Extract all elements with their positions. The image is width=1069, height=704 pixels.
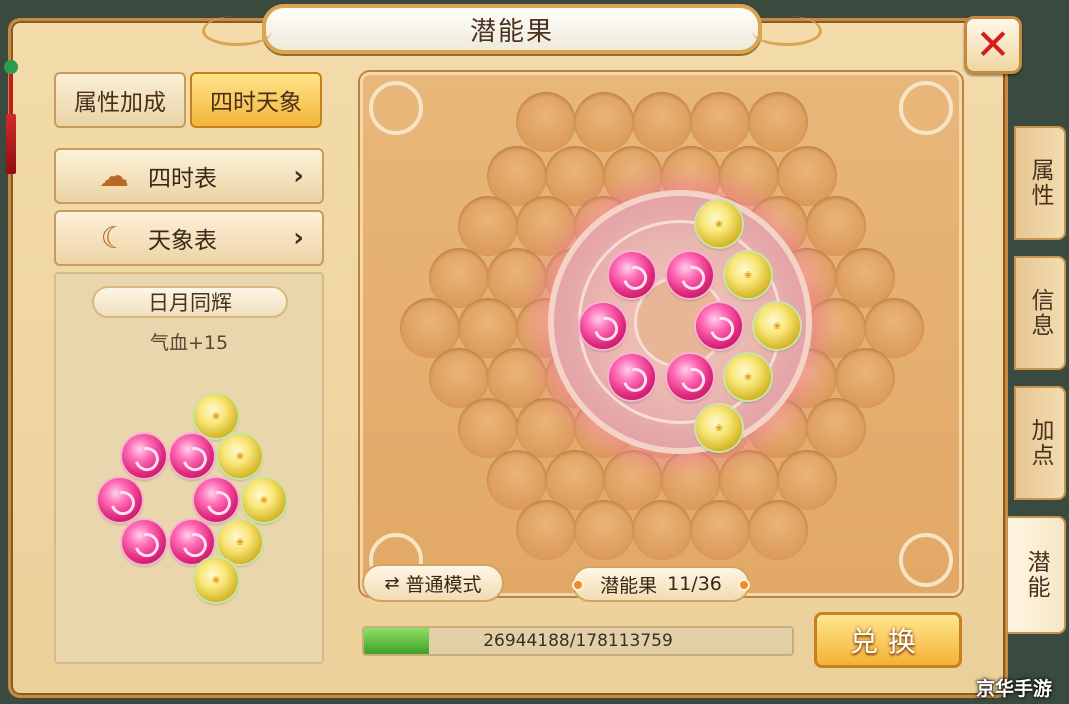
side-tab-add-points[interactable]: 加点 (1014, 386, 1066, 500)
tassel-decoration (0, 60, 22, 210)
empty-slot (516, 398, 576, 458)
empty-slot (516, 500, 576, 560)
combo-effect: 气血+15 (149, 332, 229, 354)
normal-mode-button[interactable]: ⇄ 普通模式 (362, 564, 504, 602)
season-table-button[interactable]: ☁ 四时表 › (54, 148, 324, 204)
side-tab-label: 潜能 (1023, 550, 1049, 600)
title-plate: 潜能果 (202, 4, 822, 54)
pink-orb[interactable] (667, 354, 713, 400)
mode-label: 普通模式 (405, 573, 482, 596)
gem-icon (738, 579, 750, 591)
gold-orb[interactable] (754, 303, 800, 349)
pink-orb (98, 478, 142, 522)
pink-orb (122, 434, 166, 478)
empty-slot (516, 196, 576, 256)
exchange-label: 兑换 (849, 625, 926, 658)
gold-orb (242, 478, 286, 522)
side-tab-attributes[interactable]: 属性 (1014, 126, 1066, 240)
side-tab-potential[interactable]: 潜能 (1006, 516, 1066, 634)
empty-slot (574, 92, 634, 152)
empty-slot (516, 92, 576, 152)
side-tab-info[interactable]: 信息 (1014, 256, 1066, 370)
gold-orb[interactable] (696, 405, 742, 451)
empty-slot (806, 196, 866, 256)
window-title: 潜能果 (469, 16, 554, 47)
watermark: 京华手游 (976, 678, 1053, 700)
count-label: 潜能果 (600, 574, 658, 597)
empty-slot (748, 92, 808, 152)
pink-orb (194, 478, 238, 522)
side-tab-label: 属性 (1027, 158, 1053, 208)
count-value: 11/36 (667, 573, 722, 595)
exchange-button[interactable]: 兑换 (814, 612, 962, 668)
fruit-count-pill: 潜能果 11/36 (572, 566, 750, 602)
empty-slot (690, 500, 750, 560)
empty-slot (458, 398, 518, 458)
experience-progress-bar: 26944188/178113759 (362, 626, 794, 656)
empty-slot (748, 500, 808, 560)
pink-orb (170, 434, 214, 478)
gold-orb (194, 558, 238, 602)
tab-attribute-bonus[interactable]: 属性加成 (54, 72, 186, 128)
menu-label: 天象表 (148, 228, 217, 254)
empty-slot (806, 398, 866, 458)
gold-orb[interactable] (725, 252, 771, 298)
gold-orb (194, 394, 238, 438)
menu-label: 四时表 (148, 166, 217, 192)
moon-icon: ☾ (100, 220, 128, 256)
combo-name: 日月同辉 (92, 286, 288, 318)
chevron-right-icon: › (293, 223, 304, 253)
empty-slot (690, 92, 750, 152)
gold-orb (218, 434, 262, 478)
tab-label: 四时天象 (210, 90, 302, 116)
gold-orb[interactable] (696, 201, 742, 247)
empty-slot (574, 500, 634, 560)
side-tab-label: 加点 (1027, 418, 1053, 468)
cloud-icon: ☁ (99, 158, 129, 194)
astronomy-table-button[interactable]: ☾ 天象表 › (54, 210, 324, 266)
tab-label: 属性加成 (74, 90, 166, 116)
pink-orb[interactable] (667, 252, 713, 298)
empty-slot (458, 196, 518, 256)
side-tab-label: 信息 (1027, 288, 1053, 338)
corner-ornament (899, 533, 953, 587)
empty-slot (632, 92, 692, 152)
progress-text: 26944188/178113759 (483, 631, 673, 651)
corner-ornament (369, 81, 423, 135)
close-x-icon: ✕ (975, 20, 1011, 69)
pink-orb[interactable] (580, 303, 626, 349)
chevron-right-icon: › (293, 161, 304, 191)
corner-ornament (899, 81, 953, 135)
pink-orb[interactable] (609, 252, 655, 298)
pink-orb[interactable] (696, 303, 742, 349)
close-button[interactable]: ✕ (964, 16, 1022, 74)
swap-arrows-icon: ⇄ (384, 572, 400, 594)
pink-orb[interactable] (609, 354, 655, 400)
tab-seasons-astronomy[interactable]: 四时天象 (190, 72, 322, 128)
gem-icon (572, 579, 584, 591)
gold-orb[interactable] (725, 354, 771, 400)
empty-slot (632, 500, 692, 560)
pink-orb (122, 520, 166, 564)
